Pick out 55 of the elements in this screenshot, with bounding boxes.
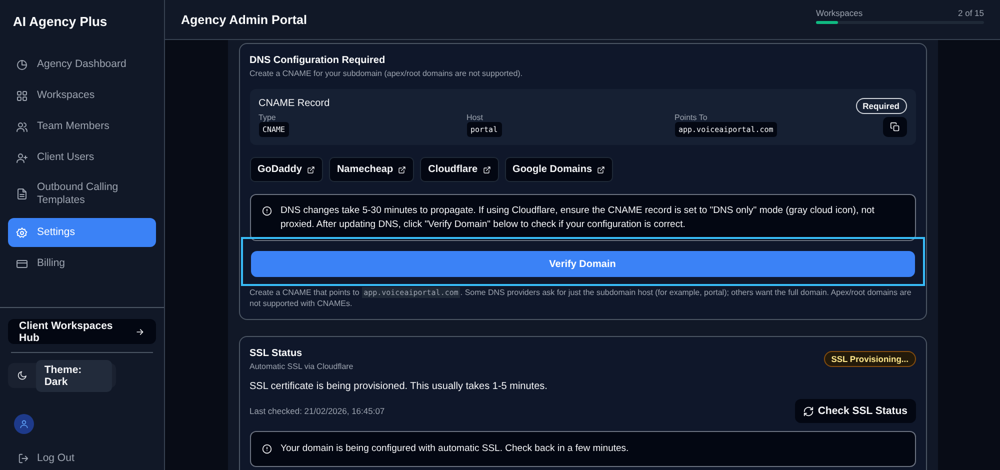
theme-label: Theme: Dark: [36, 360, 112, 392]
info-icon: [262, 206, 272, 216]
users-icon: [16, 120, 28, 132]
external-link-icon: [398, 166, 406, 174]
field-label: Points To: [674, 113, 708, 122]
usage-label: Workspaces: [816, 8, 863, 18]
copy-icon: [890, 122, 900, 132]
check-ssl-button[interactable]: Check SSL Status: [794, 399, 916, 423]
provider-link[interactable]: GoDaddy: [250, 157, 323, 182]
notice-text: DNS changes take 5-30 minutes to propagate. If using Cloudflare, ensure the CNAME record is set to "DNS only" mode (gray cloud icon), not proxied. After updating DNS, click "Verify Domain" below to check if your configuration is correct.: [280, 204, 876, 232]
arrow-right-icon: [135, 326, 145, 336]
moon-icon: [17, 370, 28, 381]
usage-count: 2 of 15: [958, 8, 984, 18]
field-label: Type: [258, 113, 276, 122]
document-icon: [16, 188, 28, 200]
card-subtitle: Create a CNAME for your subdomain (apex/root domains are not supported).: [250, 69, 524, 78]
last-checked: Last checked: 21/02/2026, 16:45:07: [250, 406, 385, 416]
nav-item[interactable]: Outbound Calling Templates: [8, 174, 156, 214]
nav-item[interactable]: Workspaces: [8, 81, 156, 110]
external-link-icon: [306, 166, 315, 174]
external-link-icon: [597, 166, 605, 174]
record-title: CNAME Record: [258, 98, 330, 109]
grid-icon: [16, 90, 28, 102]
nav-item[interactable]: Client Users: [8, 143, 156, 172]
refresh-icon: [802, 406, 814, 416]
nav-item[interactable]: Team Members: [8, 112, 156, 141]
card-title: SSL Status: [250, 348, 304, 359]
verify-domain-button[interactable]: Verify Domain: [250, 251, 914, 277]
logout-icon: [18, 452, 29, 464]
nav-item[interactable]: Billing: [8, 249, 156, 278]
provider-link[interactable]: Namecheap: [328, 157, 414, 182]
settings-icon: [16, 226, 28, 238]
page-title: Agency Admin Portal: [181, 12, 307, 26]
credit-card-icon: [16, 258, 28, 270]
user-plus-icon: [16, 152, 28, 164]
field-label: Host: [466, 113, 483, 122]
nav-item[interactable]: Agency Dashboard: [8, 50, 156, 79]
pie-chart-icon: [16, 58, 28, 70]
logout-button[interactable]: Log Out: [18, 452, 156, 464]
nav-item[interactable]: Settings: [8, 218, 156, 247]
notice-text: Your domain is being configured with automatic SSL. Check back in a few minutes.: [280, 442, 629, 456]
provider-link[interactable]: Cloudflare: [420, 157, 499, 182]
user-icon: [19, 419, 29, 429]
copy-button[interactable]: [882, 117, 906, 137]
required-badge: Required: [856, 98, 906, 114]
external-link-icon: [482, 166, 491, 174]
avatar[interactable]: [14, 414, 34, 434]
status-badge: SSL Provisioning...: [824, 351, 916, 367]
hub-button[interactable]: Client Workspaces Hub: [8, 319, 156, 344]
card-subtitle: Automatic SSL via Cloudflare: [250, 362, 354, 371]
provider-link[interactable]: Google Domains: [504, 157, 613, 182]
info-icon: [262, 444, 272, 454]
card-title: DNS Configuration Required: [250, 55, 386, 66]
brand-name: AI Agency Plus: [12, 13, 108, 31]
status-message: SSL certificate is being provisioned. This usually takes 1-5 minutes.: [250, 381, 548, 392]
